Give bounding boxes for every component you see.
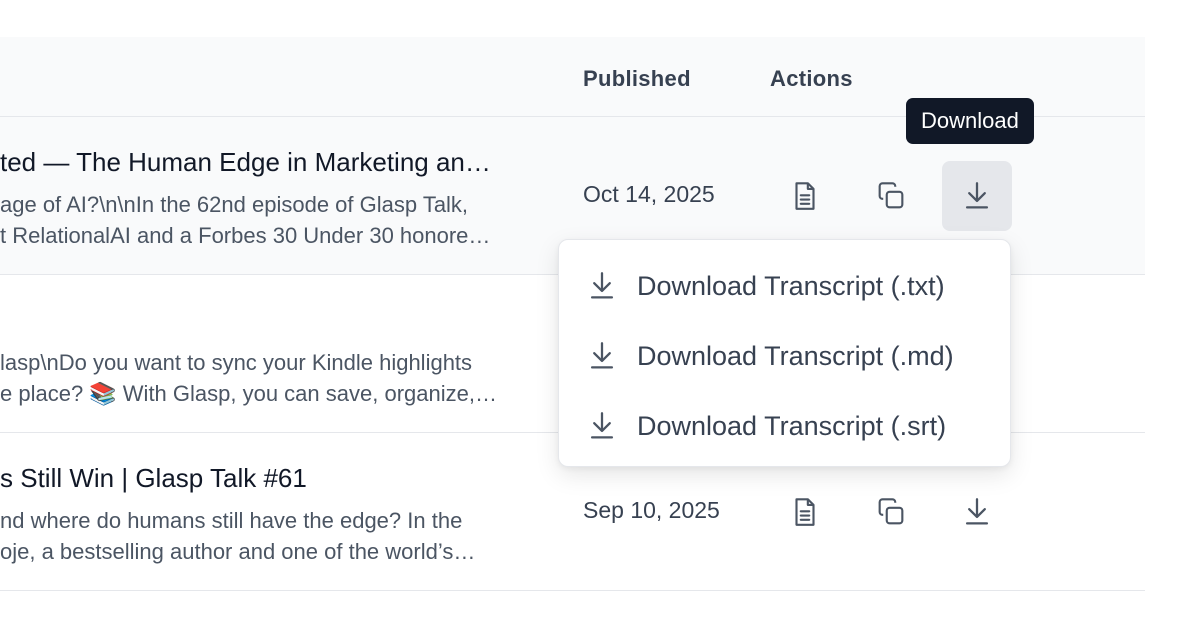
episode-description-line: age of AI?\n\nIn the 62nd episode of Gla…	[0, 192, 469, 217]
document-icon	[795, 182, 815, 210]
view-transcript-button[interactable]	[770, 477, 840, 547]
download-icon	[965, 182, 989, 209]
episode-description-line: lasp\nDo you want to sync your Kindle hi…	[0, 350, 473, 375]
copy-transcript-button[interactable]	[856, 161, 926, 231]
episode-description-line: e place? 📚 With Glasp, you can save, org…	[0, 381, 497, 406]
copy-icon	[878, 498, 904, 525]
download-button[interactable]	[942, 161, 1012, 231]
download-icon	[590, 342, 614, 369]
episode-description-line: t RelationalAI and a Forbes 30 Under 30 …	[0, 223, 491, 248]
menu-item-download-txt[interactable]: Download Transcript (.txt)	[559, 251, 1010, 321]
document-icon	[795, 498, 815, 526]
copy-transcript-button[interactable]	[856, 477, 926, 547]
download-tooltip: Download	[906, 98, 1034, 144]
episode-description-line: nd where do humans still have the edge? …	[0, 508, 463, 533]
episode-description: age of AI?\n\nIn the 62nd episode of Gla…	[0, 189, 490, 251]
header-published: Published	[583, 66, 691, 91]
download-icon	[965, 498, 989, 525]
episode-description: nd where do humans still have the edge? …	[0, 505, 475, 567]
episode-description: lasp\nDo you want to sync your Kindle hi…	[0, 347, 497, 409]
menu-item-label: Download Transcript (.txt)	[637, 270, 945, 301]
download-button[interactable]	[942, 477, 1012, 547]
episode-description-line: oje, a bestselling author and one of the…	[0, 539, 476, 564]
published-date: Sep 10, 2025	[583, 497, 720, 523]
episode-title[interactable]: ted — The Human Edge in Marketing an…	[0, 147, 491, 178]
header-actions: Actions	[770, 66, 853, 91]
menu-item-download-md[interactable]: Download Transcript (.md)	[559, 321, 1010, 391]
download-icon	[590, 412, 614, 439]
menu-item-label: Download Transcript (.md)	[637, 340, 954, 371]
episode-title[interactable]: s Still Win | Glasp Talk #61	[0, 463, 307, 494]
download-icon	[590, 272, 614, 299]
download-menu: Download Transcript (.txt) Download Tran…	[558, 239, 1011, 467]
view-transcript-button[interactable]	[770, 161, 840, 231]
published-date: Oct 14, 2025	[583, 181, 715, 207]
episodes-page: Published Actions ted — The Human Edge i…	[0, 0, 1200, 617]
menu-item-download-srt[interactable]: Download Transcript (.srt)	[559, 391, 1010, 461]
menu-item-label: Download Transcript (.srt)	[637, 410, 947, 441]
copy-icon	[878, 182, 904, 209]
